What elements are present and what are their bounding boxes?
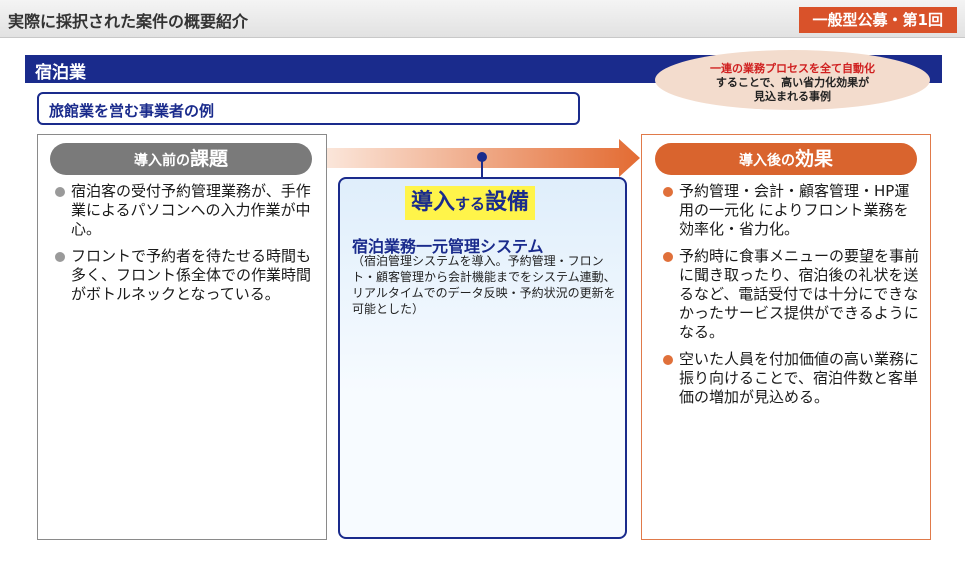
equipment-panel (338, 177, 627, 539)
list-item: 予約管理・会計・顧客管理・HP運用の一元化 によりフロント業務を効率化・省力化。 (663, 182, 921, 239)
bullet-dot-icon (55, 252, 65, 262)
after-list: 予約管理・会計・顧客管理・HP運用の一元化 によりフロント業務を効率化・省力化。… (663, 182, 921, 415)
connector-line (481, 160, 483, 178)
callout-bubble: 一連の業務プロセスを全て自動化 することで、高い省力化効果が 見込まれる事例 (655, 50, 930, 110)
after-heading: 導入後の効果 (655, 143, 917, 175)
list-item: フロントで予約者を待たせる時間も多く、フロント係全体での作業時間がボトルネックと… (55, 247, 317, 304)
equipment-description: （宿泊管理システムを導入。予約管理・フロント・顧客管理から会計機能までをシステム… (352, 254, 616, 316)
equipment-heading-part-3: 設備 (485, 190, 530, 215)
list-item: 空いた人員を付加価値の高い業務に振り向けることで、宿泊件数と客単価の増加が見込め… (663, 350, 921, 407)
example-box: 旅館業を営む事業者の例 (37, 92, 580, 125)
callout-line-3: 見込まれる事例 (754, 90, 831, 103)
equipment-heading: 導入する設備 (405, 186, 536, 220)
list-item: 予約時に食事メニューの要望を事前に聞き取ったり、宿泊後の礼状を送るなど、電話受付… (663, 247, 921, 342)
after-heading-small: 導入後の (738, 153, 795, 169)
before-heading-big: 課題 (189, 148, 228, 170)
callout-line-2: することで、高い省力化効果が (715, 76, 870, 89)
equipment-heading-part-1: 導入 (411, 190, 456, 215)
category-tag: 一般型公募・第1回 (798, 7, 957, 33)
before-heading: 導入前の課題 (50, 143, 312, 175)
example-label: 旅館業を営む事業者の例 (49, 102, 215, 120)
bullet-dot-icon (55, 187, 65, 197)
section-title: 宿泊業 (35, 63, 86, 83)
after-heading-big: 効果 (794, 148, 833, 170)
callout-line-1: 一連の業務プロセスを全て自動化 (710, 62, 875, 75)
list-item: 宿泊客の受付予約管理業務が、手作業によるパソコンへの入力作業が中心。 (55, 182, 317, 239)
bullet-dot-icon (663, 252, 673, 262)
bullet-dot-icon (663, 187, 673, 197)
top-bar: 実際に採択された案件の概要紹介 一般型公募・第1回 (0, 0, 965, 38)
before-list: 宿泊客の受付予約管理業務が、手作業によるパソコンへの入力作業が中心。 フロントで… (55, 182, 317, 312)
before-heading-small: 導入前の (133, 153, 190, 169)
equipment-heading-part-2: する (455, 195, 486, 213)
bullet-dot-icon (663, 355, 673, 365)
page-title: 実際に採択された案件の概要紹介 (8, 12, 249, 31)
